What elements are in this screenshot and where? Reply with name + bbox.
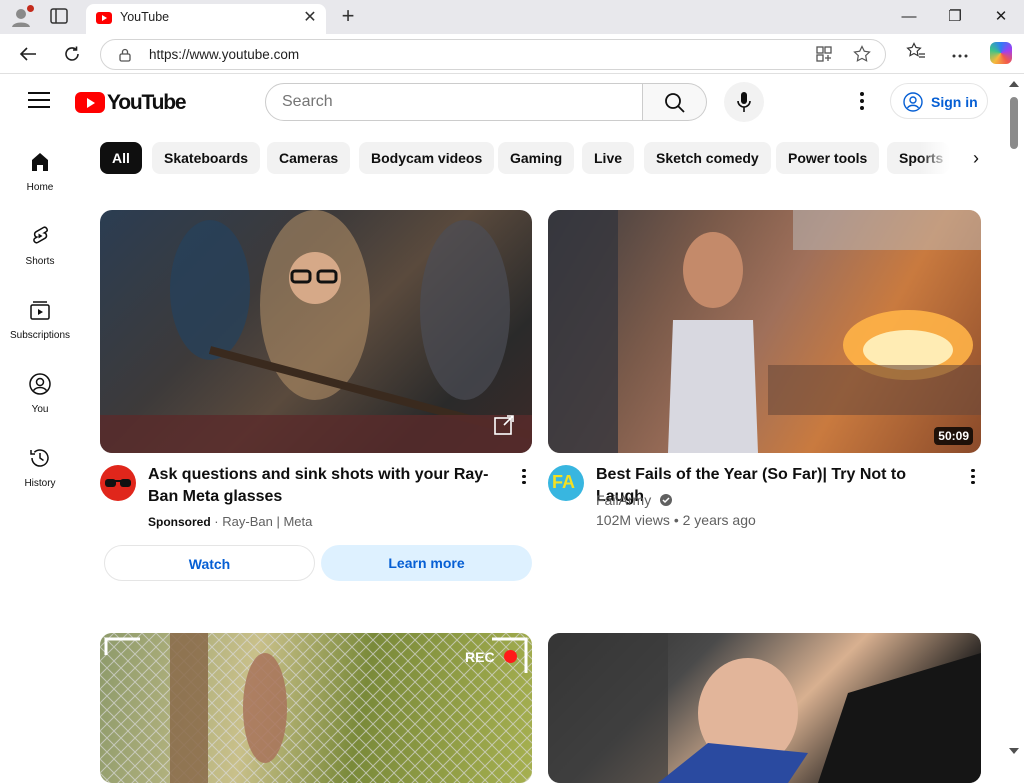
search-icon [665, 93, 685, 113]
rec-video-thumbnail[interactable]: REC [100, 633, 532, 783]
sign-in-button[interactable]: Sign in [890, 83, 988, 119]
history-icon [30, 449, 49, 467]
sidebar-item-label: Shorts [25, 256, 55, 267]
learn-more-button[interactable]: Learn more [321, 545, 532, 581]
microphone-icon [737, 92, 751, 112]
sidebar-item-shorts[interactable]: Shorts [4, 224, 76, 298]
verified-badge-icon [660, 494, 673, 506]
upload-age: 2 years ago [682, 512, 756, 528]
thumbnail-image [548, 633, 981, 783]
settings-more-icon[interactable] [948, 42, 972, 66]
chip-bodycam-videos[interactable]: Bodycam videos [359, 142, 495, 174]
video-title[interactable]: Ask questions and sink shots with your R… [148, 464, 500, 508]
apps-icon[interactable] [815, 45, 835, 65]
rec-overlay-text: REC [465, 649, 495, 665]
voice-search-button[interactable] [724, 82, 764, 122]
back-icon[interactable] [13, 40, 43, 68]
video-stats: 102M views • 2 years ago [596, 512, 756, 528]
profile-notification-dot [27, 5, 34, 12]
scroll-up-arrow-icon[interactable] [1009, 81, 1019, 87]
chip-skateboards[interactable]: Skateboards [152, 142, 261, 174]
address-bar[interactable]: https://www.youtube.com [100, 39, 886, 70]
youtube-play-icon [75, 92, 105, 113]
search-box [265, 83, 643, 121]
sidebar-item-you[interactable]: You [4, 372, 76, 446]
sidebar-item-label: Home [26, 182, 54, 193]
refresh-icon[interactable] [57, 40, 87, 68]
chip-all[interactable]: All [100, 142, 142, 174]
watch-button[interactable]: Watch [104, 545, 315, 581]
url-text: https://www.youtube.com [149, 47, 300, 62]
tab-actions-icon[interactable] [50, 8, 70, 26]
site-info-icon[interactable] [119, 48, 131, 62]
scrollbar-thumb[interactable] [1010, 97, 1018, 149]
home-icon [32, 153, 48, 171]
shorts-icon [33, 226, 48, 244]
sponsored-label: Sponsored [148, 515, 211, 529]
meta-separator: • [673, 512, 679, 528]
scroll-down-arrow-icon[interactable] [1009, 748, 1019, 754]
profile-icon[interactable] [10, 5, 34, 28]
menu-icon[interactable] [28, 92, 50, 110]
sidebar-item-label: Subscriptions [9, 330, 71, 341]
sidebar-item-subscriptions[interactable]: Subscriptions [4, 298, 76, 372]
channel-row: FailArmy [596, 492, 673, 508]
tab-title: YouTube [120, 10, 170, 24]
settings-kebab-icon[interactable] [850, 89, 874, 115]
meta-separator: · [214, 514, 219, 529]
copilot-icon[interactable] [990, 42, 1012, 64]
bodycam-video-thumbnail[interactable] [548, 633, 981, 783]
channel-name[interactable]: FailArmy [596, 492, 651, 508]
thumbnail-image [100, 210, 532, 453]
video-duration: 50:09 [934, 427, 973, 445]
chips-next-arrow-icon[interactable]: › [960, 143, 992, 175]
minimize-button[interactable]: — [886, 0, 932, 34]
failarmy-video-thumbnail[interactable]: 50:09 [548, 210, 981, 453]
chip-live[interactable]: Live [582, 142, 635, 174]
favorites-icon[interactable] [904, 42, 928, 66]
chip-gaming[interactable]: Gaming [498, 142, 575, 174]
ad-video-thumbnail[interactable] [100, 210, 532, 453]
thumbnail-image [548, 210, 981, 453]
page-scrollbar[interactable] [1004, 75, 1024, 768]
chip-power-tools[interactable]: Power tools [776, 142, 880, 174]
sidebar-item-label: You [31, 404, 49, 415]
video-menu-icon[interactable] [516, 466, 532, 488]
sidebar-item-home[interactable]: Home [4, 150, 76, 224]
avatar-letters: FA [552, 472, 576, 492]
active-tab[interactable]: YouTube ✕ [86, 4, 326, 34]
ad-meta: Sponsored · Ray-Ban | Meta [148, 514, 312, 529]
chip-cameras[interactable]: Cameras [267, 142, 351, 174]
advertiser-name: Ray-Ban | Meta [222, 514, 313, 529]
rec-dot-icon [504, 650, 517, 663]
new-tab-button[interactable]: + [336, 5, 360, 29]
chip-sketch-comedy[interactable]: Sketch comedy [644, 142, 771, 174]
account-icon [903, 92, 923, 112]
tab-close-icon[interactable]: ✕ [300, 8, 320, 28]
browser-tab-bar: YouTube ✕ + — ❐ ✕ [0, 0, 1024, 34]
search-button[interactable] [643, 83, 707, 121]
youtube-favicon-icon [96, 12, 112, 24]
you-icon [29, 373, 51, 395]
external-link-icon [494, 415, 514, 435]
chips-fade [920, 140, 950, 176]
subscriptions-icon [30, 301, 50, 320]
restore-button[interactable]: ❐ [932, 0, 978, 34]
sign-in-label: Sign in [931, 94, 978, 110]
logo-wordmark: YouTube [107, 91, 187, 114]
search-input[interactable] [266, 84, 606, 120]
video-menu-icon[interactable] [965, 466, 981, 488]
view-count: 102M views [596, 512, 670, 528]
youtube-header: YouTube Sign in [0, 75, 1004, 129]
failarmy-channel-avatar[interactable]: FA [548, 465, 584, 501]
rayban-channel-avatar[interactable] [100, 465, 136, 501]
browser-toolbar: https://www.youtube.com [0, 34, 1024, 74]
favorite-star-icon[interactable] [853, 45, 873, 65]
window-close-button[interactable]: ✕ [978, 0, 1024, 34]
sidebar-item-label: History [24, 478, 56, 489]
sidebar-item-history[interactable]: History [4, 446, 76, 520]
